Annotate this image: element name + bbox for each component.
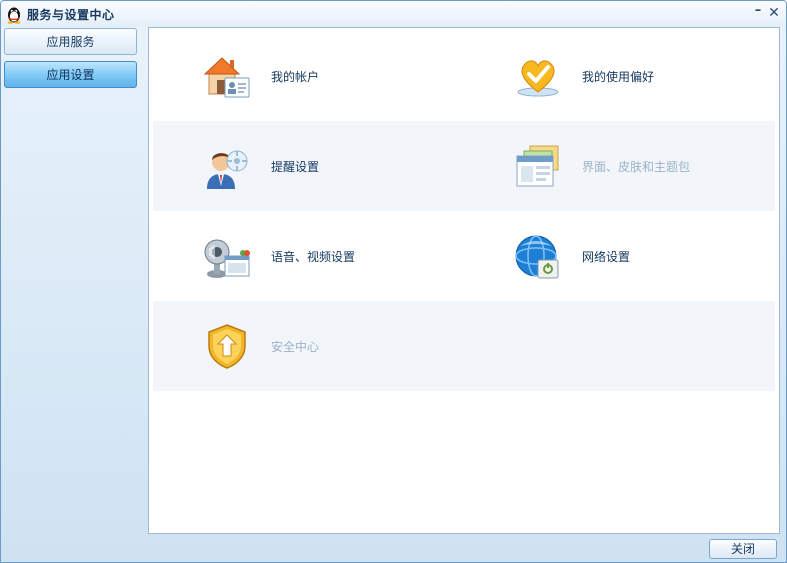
security-center-item[interactable]: 安全中心 xyxy=(153,301,453,391)
heart-preferences-icon xyxy=(517,60,559,97)
close-window-button[interactable]: ✕ xyxy=(766,4,782,22)
minimize-button[interactable]: – xyxy=(750,4,766,22)
skin-theme-label: 界面、皮肤和主题包 xyxy=(582,160,691,174)
settings-panel: 我的帐户 我的使用偏好 提醒设置 界面、皮肤和主题包 语音、视频设置 网络设置 … xyxy=(148,27,780,534)
my-account-item[interactable]: 我的帐户 xyxy=(153,31,453,121)
title-bar: 服务与设置中心 – ✕ xyxy=(1,1,786,27)
house-account-icon xyxy=(203,57,250,98)
reminder-settings-item[interactable]: 提醒设置 xyxy=(153,121,453,211)
person-reminder-icon xyxy=(207,150,248,189)
audio-video-settings-item[interactable]: 语音、视频设置 xyxy=(153,211,453,301)
settings-row: 我的帐户 我的使用偏好 xyxy=(153,31,775,121)
window-skin-icon xyxy=(516,145,559,187)
settings-row: 语音、视频设置 网络设置 xyxy=(153,211,775,301)
skin-theme-item[interactable]: 界面、皮肤和主题包 xyxy=(464,121,764,211)
settings-row: 提醒设置 界面、皮肤和主题包 xyxy=(153,121,775,211)
camera-av-icon xyxy=(204,239,250,278)
settings-row: 安全中心 xyxy=(153,301,775,391)
reminder-settings-label: 提醒设置 xyxy=(271,160,320,174)
audio-video-settings-label: 语音、视频设置 xyxy=(271,250,356,264)
settings-window: 服务与设置中心 – ✕ 应用服务 应用设置 我的帐户 我的使用偏好 提醒设置 界… xyxy=(0,0,787,563)
my-preferences-item[interactable]: 我的使用偏好 xyxy=(464,31,764,121)
my-preferences-label: 我的使用偏好 xyxy=(582,70,655,84)
sidebar-item-app-services[interactable]: 应用服务 xyxy=(4,28,137,55)
security-center-label: 安全中心 xyxy=(271,340,320,354)
sidebar-item-app-settings[interactable]: 应用设置 xyxy=(4,61,137,88)
network-settings-label: 网络设置 xyxy=(582,250,631,264)
network-settings-item[interactable]: 网络设置 xyxy=(464,211,764,301)
globe-network-icon xyxy=(515,235,559,279)
qq-penguin-icon xyxy=(7,7,21,24)
shield-security-icon xyxy=(208,324,246,369)
close-button[interactable]: 关闭 xyxy=(709,539,777,559)
my-account-label: 我的帐户 xyxy=(271,70,320,84)
window-title: 服务与设置中心 xyxy=(27,8,115,22)
